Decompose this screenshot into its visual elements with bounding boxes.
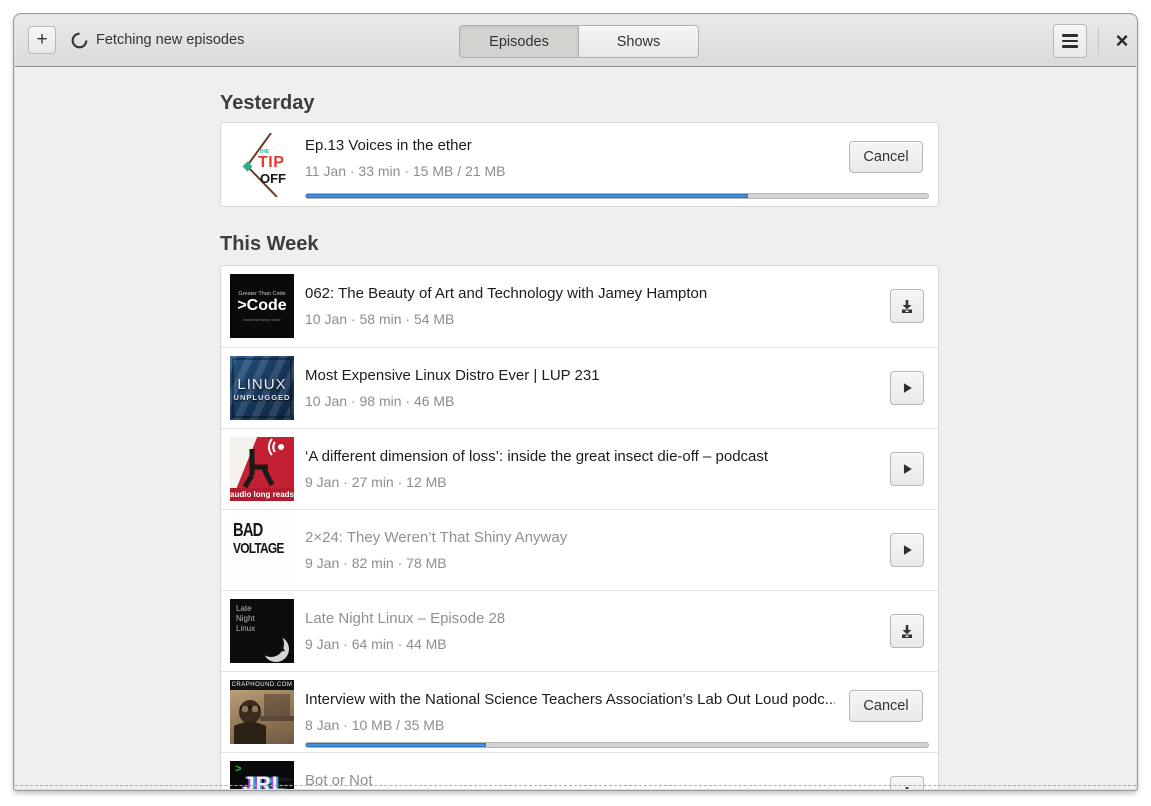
episode-title: 062: The Beauty of Art and Technology wi…	[305, 285, 708, 302]
app-window: + Fetching new episodes Episodes Shows ×…	[13, 13, 1138, 791]
play-icon	[903, 464, 912, 474]
episode-title: Bot or Not	[305, 772, 373, 789]
download-episode-button[interactable]	[890, 776, 924, 789]
episode-row: Late Night Linux Late Night Linux – Epis…	[221, 590, 938, 671]
close-window-button[interactable]: ×	[1107, 26, 1136, 56]
play-icon	[903, 383, 912, 393]
play-episode-button[interactable]	[890, 533, 924, 567]
tab-shows[interactable]: Shows	[579, 25, 699, 58]
episode-row: Greater Than Code >Code hosted by mandy …	[221, 266, 938, 347]
episode-row: audio long reads ‘A different dimension …	[221, 428, 938, 509]
hamburger-menu-button[interactable]	[1053, 24, 1087, 58]
episode-meta: 10 Jan · 58 min · 54 MB	[305, 311, 455, 327]
podcast-cover-greater-than-code: Greater Than Code >Code hosted by mandy …	[230, 274, 294, 338]
add-podcast-button[interactable]: +	[28, 26, 56, 54]
episode-row: LINUX UNPLUGGED Most Expensive Linux Dis…	[221, 347, 938, 428]
cover-banner: CRAPHOUND.COM	[230, 680, 294, 690]
episode-meta: 9 Jan · 82 min · 78 MB	[305, 555, 447, 571]
podcast-cover-audio-long-reads: audio long reads	[230, 437, 294, 501]
cover-banner: audio long reads	[230, 488, 294, 501]
episode-row: CRAPHOUND.COM Interview with the Nationa…	[221, 671, 938, 752]
podcast-cover-late-night-linux: Late Night Linux	[230, 599, 294, 663]
download-icon	[902, 625, 912, 638]
download-episode-button[interactable]	[890, 614, 924, 648]
episode-meta: 10 Jan · 98 min · 46 MB	[305, 393, 455, 409]
headerbar: + Fetching new episodes Episodes Shows ×	[15, 15, 1136, 67]
episode-meta: 9 Jan · 27 min · 12 MB	[305, 474, 447, 490]
episode-title: Late Night Linux – Episode 28	[305, 610, 506, 627]
section-title-this-week: This Week	[220, 233, 319, 255]
headerbar-separator	[1098, 27, 1099, 55]
download-progress-bar	[305, 742, 929, 748]
podcast-cover-bad-voltage: BAD VOLTAGE	[230, 518, 294, 582]
play-episode-button[interactable]	[890, 371, 924, 405]
view-switcher: Episodes Shows	[459, 25, 699, 58]
download-icon	[902, 300, 912, 313]
hamburger-icon	[1062, 34, 1078, 37]
episodes-view[interactable]: Yesterday THE TIP OFF Ep.13 Voices in th…	[15, 67, 1136, 789]
episode-row: THE TIP OFF Ep.13 Voices in the ether 11…	[221, 123, 938, 206]
episode-row: > JRL Bot or Not	[221, 752, 938, 789]
episode-meta: 9 Jan · 64 min · 44 MB	[305, 636, 447, 652]
cancel-download-button[interactable]: Cancel	[849, 141, 923, 173]
scroll-undershoot-indicator	[15, 785, 1136, 786]
episode-meta: 11 Jan · 33 min · 15 MB / 21 MB	[305, 163, 506, 179]
episode-meta: 8 Jan · 10 MB / 35 MB	[305, 717, 445, 733]
podcast-cover-the-tip-off: THE TIP OFF	[230, 133, 294, 197]
tab-episodes[interactable]: Episodes	[459, 25, 579, 58]
podcast-cover-craphound: CRAPHOUND.COM	[230, 680, 294, 744]
podcast-cover-linux-unplugged: LINUX UNPLUGGED	[230, 356, 294, 420]
download-episode-button[interactable]	[890, 289, 924, 323]
episode-title: 2×24: They Weren’t That Shiny Anyway	[305, 529, 568, 546]
fetch-status-label: Fetching new episodes	[96, 32, 245, 48]
play-episode-button[interactable]	[890, 452, 924, 486]
download-progress-bar	[305, 193, 929, 199]
cancel-download-button[interactable]: Cancel	[849, 690, 923, 722]
episode-title: Ep.13 Voices in the ether	[305, 137, 472, 154]
spinner-icon	[71, 32, 88, 49]
episode-title: ‘A different dimension of loss’: inside …	[305, 448, 769, 465]
episode-list: Greater Than Code >Code hosted by mandy …	[220, 265, 939, 789]
episode-title: Interview with the National Science Teac…	[305, 691, 835, 708]
section-title-yesterday: Yesterday	[220, 92, 315, 114]
episode-card: THE TIP OFF Ep.13 Voices in the ether 11…	[220, 122, 939, 207]
play-icon	[903, 545, 912, 555]
episode-title: Most Expensive Linux Distro Ever | LUP 2…	[305, 367, 600, 384]
episode-row: BAD VOLTAGE 2×24: They Weren’t That Shin…	[221, 509, 938, 590]
